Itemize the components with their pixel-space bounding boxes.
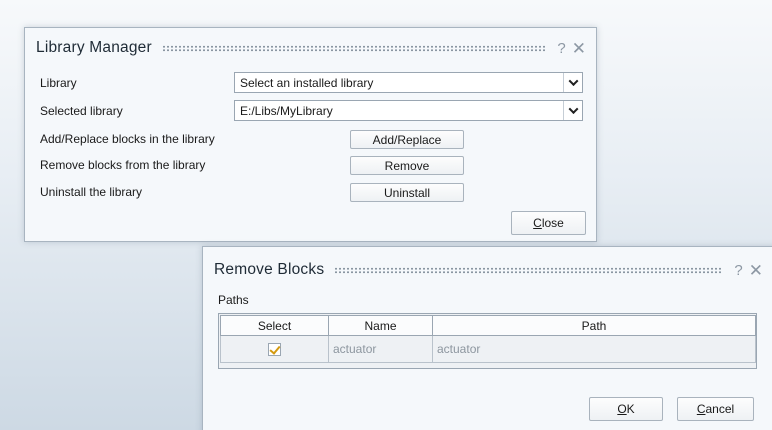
ok-button[interactable]: OK bbox=[589, 397, 663, 421]
close-button[interactable]: Close bbox=[511, 211, 586, 235]
checkmark-icon[interactable] bbox=[268, 343, 281, 357]
titlebar-grip[interactable] bbox=[161, 44, 546, 52]
cancel-button-mnemonic: C bbox=[696, 402, 706, 416]
remove-blocks-titlebar[interactable]: Remove Blocks ? ✕ bbox=[203, 247, 772, 293]
add-replace-button[interactable]: Add/Replace bbox=[350, 130, 464, 149]
row-select-cell[interactable] bbox=[220, 335, 329, 363]
close-button-mnemonic: C bbox=[533, 216, 542, 230]
column-header-select[interactable]: Select bbox=[220, 315, 329, 336]
chevron-down-icon[interactable] bbox=[563, 101, 582, 120]
close-button-label: lose bbox=[541, 216, 564, 230]
library-manager-dialog: Library Manager ? ✕ Library Select an in… bbox=[24, 27, 597, 242]
selected-library-label: Selected library bbox=[40, 104, 123, 118]
column-header-path[interactable]: Path bbox=[432, 315, 756, 336]
remove-blocks-dialog: Remove Blocks ? ✕ Paths Select Name Path… bbox=[202, 246, 772, 430]
cancel-button-label: ancel bbox=[705, 402, 735, 416]
add-replace-label: Add/Replace blocks in the library bbox=[40, 132, 215, 146]
library-label: Library bbox=[40, 76, 77, 90]
library-manager-titlebar[interactable]: Library Manager ? ✕ bbox=[25, 28, 596, 68]
cancel-button[interactable]: Cancel bbox=[677, 397, 754, 421]
table-row[interactable]: actuator actuator bbox=[220, 335, 756, 363]
ok-button-label: K bbox=[626, 402, 635, 416]
row-name-cell[interactable]: actuator bbox=[328, 335, 433, 363]
paths-label: Paths bbox=[218, 293, 249, 307]
chevron-down-icon[interactable] bbox=[563, 73, 582, 92]
library-select-value: Select an installed library bbox=[240, 75, 374, 90]
selected-library-select[interactable]: E:/Libs/MyLibrary bbox=[234, 100, 583, 121]
table-header-row: Select Name Path bbox=[220, 315, 756, 336]
row-path-cell[interactable]: actuator bbox=[432, 335, 756, 363]
dialog-title: Remove Blocks bbox=[214, 261, 325, 278]
close-icon[interactable]: ✕ bbox=[572, 40, 586, 57]
help-icon[interactable]: ? bbox=[734, 263, 742, 278]
uninstall-label: Uninstall the library bbox=[40, 185, 143, 199]
selected-library-value: E:/Libs/MyLibrary bbox=[240, 103, 333, 118]
remove-label: Remove blocks from the library bbox=[40, 158, 206, 172]
library-select[interactable]: Select an installed library bbox=[234, 72, 583, 93]
uninstall-button[interactable]: Uninstall bbox=[350, 183, 464, 202]
titlebar-grip[interactable] bbox=[334, 266, 723, 274]
column-header-name[interactable]: Name bbox=[328, 315, 433, 336]
dialog-title: Library Manager bbox=[36, 39, 152, 56]
ok-button-mnemonic: O bbox=[617, 402, 627, 416]
help-icon[interactable]: ? bbox=[557, 41, 565, 56]
close-icon[interactable]: ✕ bbox=[749, 262, 763, 279]
paths-table: Select Name Path actuator actuator bbox=[220, 315, 756, 363]
remove-button[interactable]: Remove bbox=[350, 156, 464, 175]
